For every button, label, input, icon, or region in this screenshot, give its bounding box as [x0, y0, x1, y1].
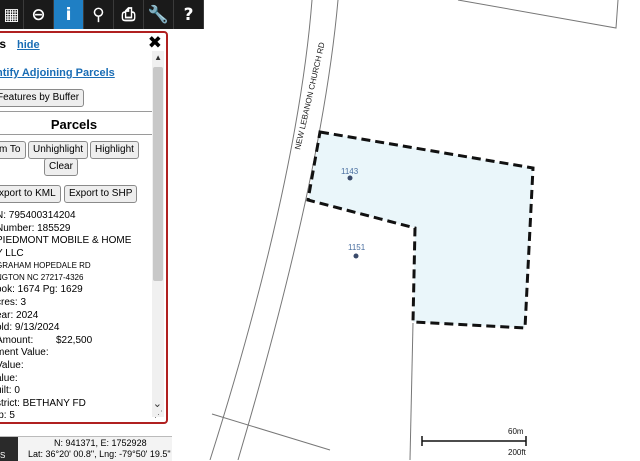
highlight-button[interactable]: Highlight: [90, 141, 139, 159]
scale-metric-label: 60m: [508, 427, 524, 436]
scale-bar: 60m 200ft: [421, 427, 527, 457]
info-amount-row: Amount: $22,500: [0, 335, 152, 348]
parcel-label-1143: 1143: [341, 167, 359, 176]
boundary-line-lower: [211, 413, 331, 451]
grid-icon[interactable]: ▦: [0, 0, 24, 29]
info-township: ip: 5: [0, 410, 15, 422]
scale-imperial-label: 200ft: [508, 448, 527, 457]
export-shp-button[interactable]: Export to SHP: [64, 185, 138, 203]
northing-easting: N: 941371, E: 1752928: [54, 438, 147, 448]
scrollbar-thumb[interactable]: [153, 67, 163, 281]
zoom-to-button[interactable]: m To: [0, 141, 26, 159]
search-icon[interactable]: ⚲: [84, 0, 114, 29]
info-acres: cres: 3: [0, 296, 27, 308]
divider: [0, 134, 152, 135]
map-toolbar: ▦ ⊖ i ⚲ ⎙ 🔧 ?: [0, 0, 204, 29]
info-year: ear: 2024: [0, 309, 39, 321]
road-edge-west: [209, 0, 313, 460]
parcels-title: Parcels: [50, 117, 98, 132]
coordinate-readout: S N: 941371, E: 1752928 Lat: 36°20' 00.8…: [0, 436, 172, 461]
coords-tab-label: S: [0, 451, 6, 460]
parcel-label-1151: 1151: [348, 243, 366, 252]
boundary-line-top: [457, 0, 619, 29]
print-icon[interactable]: ⎙: [114, 0, 144, 29]
info-pin: N: 795400314204: [0, 210, 76, 221]
info-number: Number: 185529: [0, 222, 71, 234]
panel-header: ls: [0, 37, 6, 51]
info-city: NGTON NC 27217-4326: [0, 273, 84, 283]
features-by-buffer-button[interactable]: Features by Buffer: [0, 89, 85, 107]
coords-tab: S: [0, 437, 18, 461]
scroll-up-icon[interactable]: ▲: [154, 53, 162, 62]
info-book-page: ook: 1674 Pg: 1629: [0, 284, 83, 296]
clear-button[interactable]: Clear: [44, 158, 78, 176]
export-kml-button[interactable]: xport to KML: [0, 185, 61, 203]
boundary-line-vertical: [409, 322, 414, 460]
identify-adjoining-parcels-link[interactable]: ntify Adjoining Parcels: [0, 67, 115, 79]
selected-parcel[interactable]: [306, 130, 535, 330]
road-edge-east: [237, 0, 339, 460]
info-improvement-value: ment Value:: [0, 347, 49, 359]
lat-lng: Lat: 36°20' 00.8", Lng: -79°50' 19.5": [28, 449, 171, 459]
info-sold: old: 9/13/2024: [0, 322, 60, 334]
info-address: GRAHAM HOPEDALE RD: [0, 261, 91, 271]
identify-panel: ls hide ntify Adjoining Parcels Features…: [0, 31, 168, 424]
parcel-point-1151[interactable]: [353, 253, 359, 259]
unhighlight-button[interactable]: Unhighlight: [28, 141, 89, 159]
divider: [0, 111, 152, 112]
wrench-icon[interactable]: 🔧: [144, 0, 174, 29]
info-amount-value: $22,500: [56, 334, 93, 346]
info-icon[interactable]: i: [54, 0, 84, 29]
info-amount-label: Amount:: [0, 334, 34, 346]
info-fire-district: strict: BETHANY FD: [0, 397, 86, 409]
parcel-info: N: 795400314204 Number: 185529 PIEDMONT …: [0, 210, 152, 424]
info-zoning: RA: [0, 423, 152, 424]
info-total-value: alue:: [0, 372, 18, 384]
info-year-built: uilt: 0: [0, 385, 20, 397]
info-owner-2: Y LLC: [0, 247, 24, 259]
help-icon[interactable]: ?: [174, 0, 204, 29]
info-land-value: Value:: [0, 359, 24, 371]
resize-grip-icon[interactable]: ⋰: [154, 409, 163, 420]
close-icon[interactable]: ✖: [148, 33, 162, 53]
parcel-point-1143[interactable]: [347, 175, 353, 181]
hide-link[interactable]: hide: [17, 39, 40, 51]
zoom-out-icon[interactable]: ⊖: [24, 0, 54, 29]
info-owner: PIEDMONT MOBILE & HOME: [0, 235, 132, 247]
